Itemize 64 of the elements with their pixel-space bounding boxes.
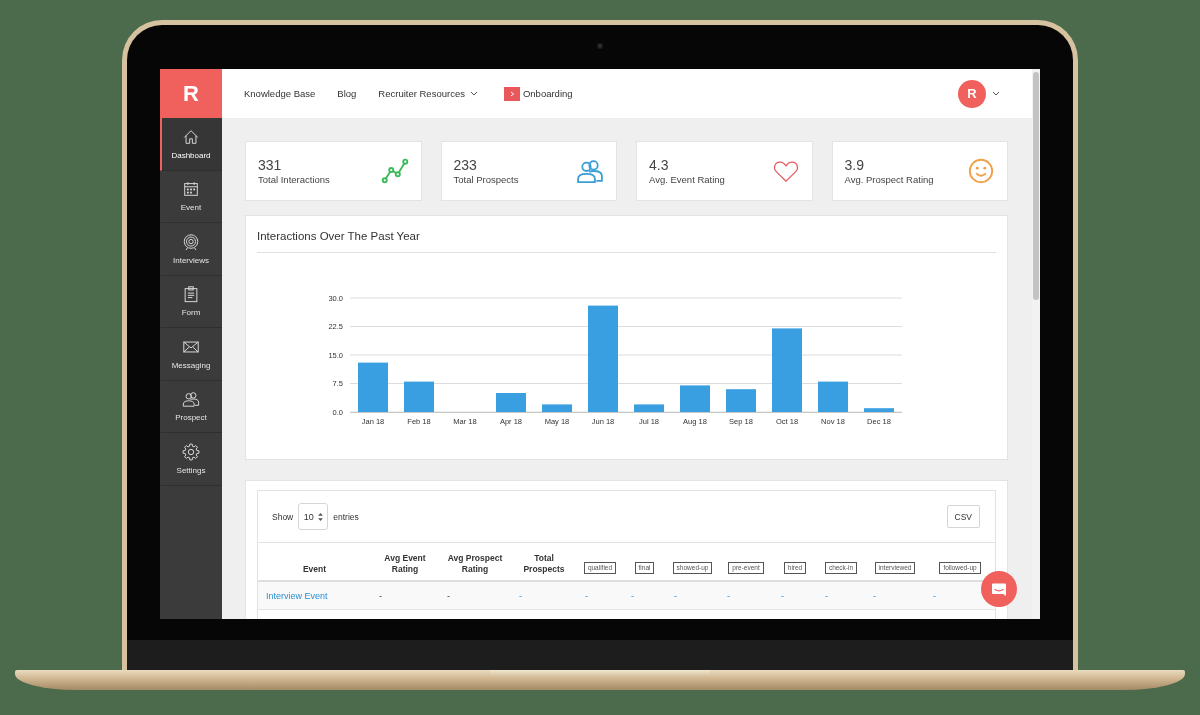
value-link[interactable]: -: [519, 590, 522, 601]
sort-arrows-icon: [317, 512, 323, 521]
chart-bar: [864, 408, 894, 412]
sidebar-item[interactable]: Interviews: [160, 223, 222, 276]
length-label: entries: [333, 511, 359, 522]
nav-dropdown[interactable]: Recruiter Resources: [378, 88, 478, 99]
people-icon: [182, 390, 200, 409]
event-link[interactable]: Interview Event: [266, 590, 328, 601]
caret-icon[interactable]: [992, 91, 1000, 96]
nav-link[interactable]: Knowledge Base: [244, 88, 316, 99]
value-link[interactable]: -: [933, 590, 936, 601]
nav-link[interactable]: Blog: [337, 88, 357, 99]
value-link[interactable]: -: [674, 590, 677, 601]
chart-title: Interactions Over The Past Year: [257, 216, 996, 253]
chevron-icon: [503, 86, 520, 101]
sidebar-item[interactable]: Settings: [160, 433, 222, 486]
chart-bar: [726, 389, 756, 412]
stat-label: Avg. Event Rating: [649, 173, 725, 186]
value-link[interactable]: -: [781, 590, 784, 601]
value-link[interactable]: -: [631, 590, 634, 601]
value-text: -: [379, 590, 382, 601]
value-link[interactable]: -: [825, 590, 828, 601]
app-logo: R: [160, 69, 222, 118]
sidebar-item[interactable]: Dashboard: [160, 118, 222, 171]
sidebar-item[interactable]: Prospect: [160, 380, 222, 433]
value-link[interactable]: -: [727, 590, 730, 601]
sidebar-item[interactable]: Event: [160, 170, 222, 223]
chart-bar: [818, 381, 848, 412]
chart-bar: [358, 362, 388, 412]
stat-label: Total Prospects: [453, 173, 519, 186]
chat-icon: [991, 581, 1007, 597]
value-link[interactable]: -: [873, 590, 876, 601]
chart-bar: [496, 393, 526, 412]
sidebar-item[interactable]: Messaging: [160, 328, 222, 381]
stat-label: Total Interactions: [258, 173, 330, 186]
sidebar-item[interactable]: Form: [160, 275, 222, 328]
value-text: -: [447, 590, 450, 601]
stat-value: 331: [258, 156, 283, 174]
chart-bar: [542, 404, 572, 412]
calendar-icon: [182, 180, 200, 199]
stat-value: 4.3: [649, 156, 670, 174]
value-link[interactable]: -: [585, 590, 588, 601]
home-icon: [182, 127, 200, 146]
chart-bar: [680, 385, 710, 412]
target-icon: [182, 232, 200, 251]
column-header: Avg Event Rating: [383, 553, 427, 575]
caret-icon: [469, 91, 478, 96]
column-header: Avg Prospect Rating: [446, 553, 504, 575]
clipboard-icon: [182, 285, 200, 304]
camera-icon: [597, 43, 603, 49]
stat-label: Avg. Prospect Rating: [844, 173, 934, 186]
column-header: Total Prospects: [522, 553, 566, 575]
page-size-select[interactable]: 10: [298, 503, 329, 530]
length-label: Show: [272, 511, 294, 522]
settings-icon: [182, 442, 200, 461]
stat-value: 233: [453, 156, 478, 174]
column-header: Event: [302, 564, 327, 575]
chat-button[interactable]: [981, 571, 1017, 607]
stat-value: 3.9: [844, 156, 865, 174]
chart-bar: [634, 404, 664, 412]
chart-bar: [404, 381, 434, 412]
nav-link[interactable]: Onboarding: [503, 86, 573, 101]
csv-button[interactable]: CSV: [946, 505, 980, 528]
scrollbar-thumb[interactable]: [1033, 72, 1039, 300]
